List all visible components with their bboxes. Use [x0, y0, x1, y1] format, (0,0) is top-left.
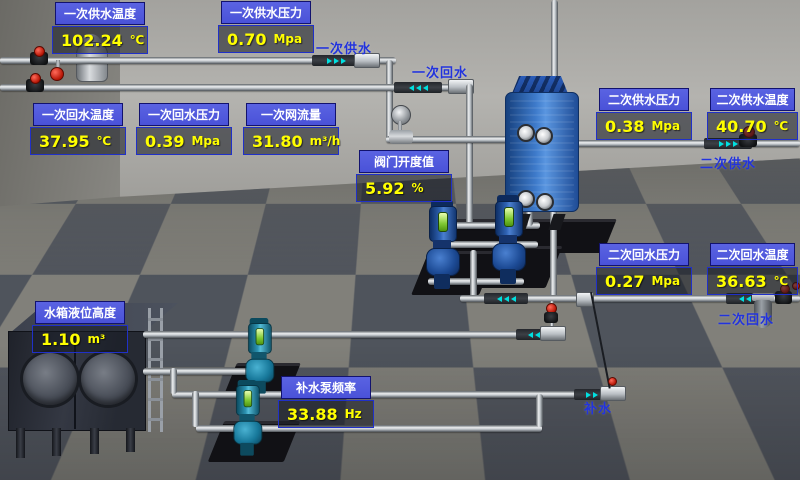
gauge-title: 阀门开度值 [359, 150, 449, 173]
pipe-riser [536, 394, 543, 427]
pipe-label-primary-supply: 一次供水 [316, 38, 372, 57]
circulation-pump-1[interactable] [422, 200, 462, 292]
gauge-value: 37.95℃ [30, 127, 126, 155]
pump-run-indicator [504, 207, 514, 227]
gauge-primary-supply-temp[interactable]: 一次供水温度 102.24℃ [52, 2, 148, 54]
gauge-primary-supply-pressure[interactable]: 一次供水压力 0.70Mpa [218, 1, 314, 53]
pump-run-indicator [256, 328, 265, 345]
gauge-value: 36.63℃ [707, 267, 798, 295]
pipe-tank-outlet [143, 368, 253, 375]
gauge-value: 102.24℃ [52, 26, 148, 54]
pipe-primary-supply-drop [386, 60, 393, 140]
gauge-primary-flow[interactable]: 一次网流量 31.80m³/h [243, 103, 339, 155]
pipe-flange [540, 326, 566, 341]
hx-port [536, 193, 554, 211]
hx-port [535, 127, 553, 145]
pipe-label-secondary-supply: 二次供水 [700, 153, 756, 172]
gauge-makeup-pump-freq[interactable]: 补水泵频率 33.88Hz [278, 376, 374, 428]
flow-indicator-primary-return [394, 82, 442, 93]
pipe-return-drop [470, 250, 477, 298]
pump-run-indicator [244, 390, 253, 407]
hmi-scada-screen: 一次供水 一次回水 二次供水 二次回水 补水 一次供水温度 102.24℃ 一次… [0, 0, 800, 480]
gauge-title: 一次网流量 [246, 103, 336, 126]
gauge-value: 40.70℃ [707, 112, 798, 140]
tank-leg [52, 428, 61, 456]
gauge-tank-level[interactable]: 水箱液位高度 1.10m³ [32, 301, 128, 353]
gauge-secondary-supply-temp[interactable]: 二次供水温度 40.70℃ [707, 88, 798, 140]
gauge-value: 0.70Mpa [218, 25, 314, 53]
gauge-value: 5.92% [356, 174, 452, 202]
gauge-value: 1.10m³ [32, 325, 128, 353]
gauge-title: 一次供水温度 [55, 2, 145, 25]
gauge-title: 一次回水压力 [139, 103, 229, 126]
gauge-secondary-supply-pressure[interactable]: 二次供水压力 0.38Mpa [596, 88, 692, 140]
valve-handwheel [30, 73, 41, 84]
gauge-title: 补水泵频率 [281, 376, 371, 399]
gauge-title: 二次回水温度 [710, 243, 795, 266]
pipe-riser [170, 368, 177, 394]
tank-manhole [20, 350, 80, 408]
gauge-title: 二次回水压力 [599, 243, 689, 266]
makeup-check-valve [608, 377, 617, 386]
flow-indicator-secondary-return [484, 293, 528, 304]
gauge-title: 一次供水压力 [221, 1, 311, 24]
tank-leg [16, 428, 25, 458]
gauge-secondary-return-temp[interactable]: 二次回水温度 36.63℃ [707, 243, 798, 295]
gauge-title: 一次回水温度 [33, 103, 123, 126]
control-valve[interactable] [389, 130, 413, 144]
gauge-primary-return-temp[interactable]: 一次回水温度 37.95℃ [30, 103, 126, 155]
gauge-title: 水箱液位高度 [35, 301, 125, 324]
pipe-label-primary-return: 一次回水 [412, 62, 468, 81]
gauge-value: 33.88Hz [278, 400, 374, 428]
circulation-pump-2[interactable] [488, 195, 528, 287]
hx-foot [548, 214, 565, 230]
tank-leg [90, 428, 99, 454]
valve-handwheel [34, 46, 45, 57]
gauge-title: 二次供水压力 [599, 88, 689, 111]
pressure-gauge [50, 67, 64, 81]
gauge-primary-return-pressure[interactable]: 一次回水压力 0.39Mpa [136, 103, 232, 155]
pipe-primary-return [0, 84, 452, 91]
pipe-riser [192, 391, 199, 427]
pipe-secondary-supply [570, 140, 800, 147]
tank-leg [126, 428, 135, 452]
gauge-value: 31.80m³/h [243, 127, 339, 155]
gauge-valve-opening[interactable]: 阀门开度值 5.92% [356, 150, 452, 202]
pipe-tank-fill [143, 331, 545, 338]
pipe-primary-return-riser [466, 84, 473, 224]
pump-run-indicator [438, 212, 448, 232]
makeup-pump-2[interactable] [230, 380, 264, 458]
gauge-secondary-return-pressure[interactable]: 二次回水压力 0.27Mpa [596, 243, 692, 295]
pipe-label-secondary-return: 二次回水 [718, 309, 774, 328]
pipe-label-makeup-water: 补水 [584, 398, 612, 417]
gauge-value: 0.27Mpa [596, 267, 692, 295]
gauge-title: 二次供水温度 [710, 88, 795, 111]
gauge-value: 0.38Mpa [596, 112, 692, 140]
hx-port [517, 124, 535, 142]
tank-manhole [78, 350, 138, 408]
gauge-value: 0.39Mpa [136, 127, 232, 155]
tank-fill-valve-body [544, 312, 558, 323]
